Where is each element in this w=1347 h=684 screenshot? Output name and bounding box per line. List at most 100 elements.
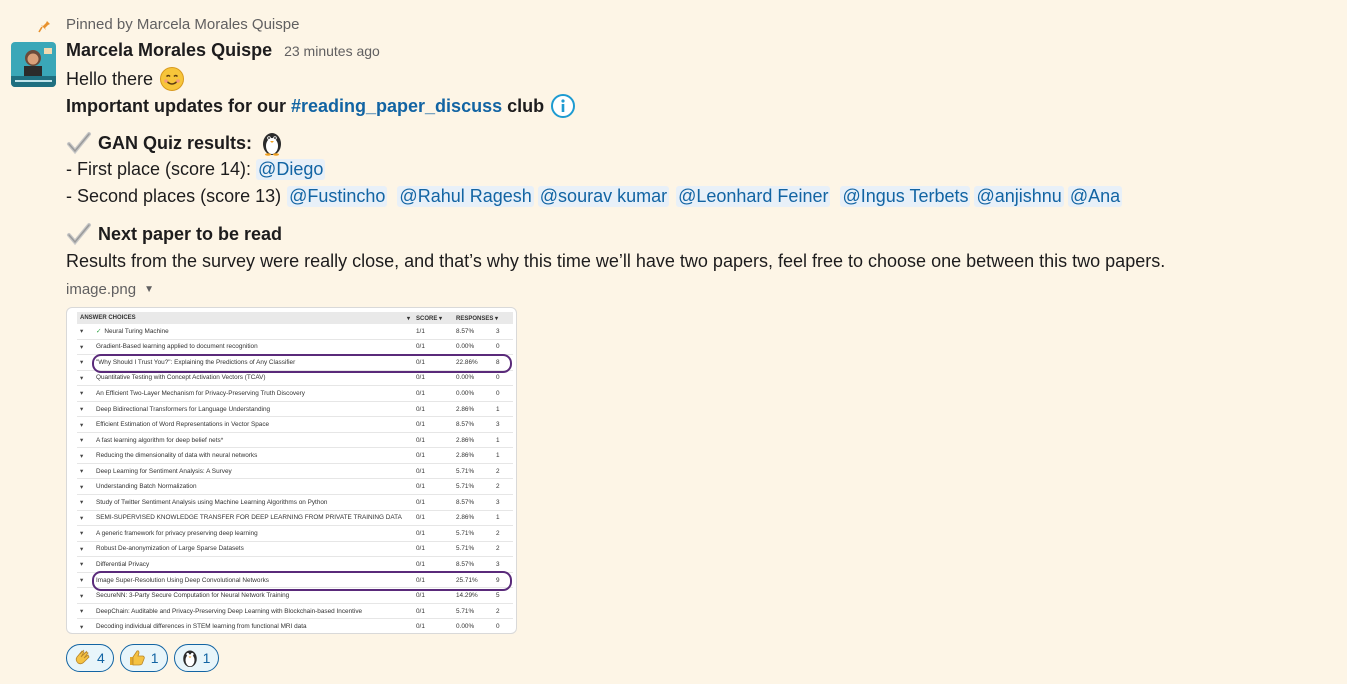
- row-expand-icon: ▾: [77, 587, 93, 604]
- responses-cell: 9: [493, 572, 513, 589]
- answer-choice: "Why Should I Trust You?": Explaining th…: [93, 354, 413, 371]
- important-line: Important updates for our #reading_paper…: [66, 93, 576, 119]
- responses-cell: 0: [493, 370, 513, 387]
- score-cell: 0/1: [413, 432, 453, 449]
- responses-cell: 3: [493, 324, 513, 340]
- reaction-clap[interactable]: 4: [66, 644, 114, 672]
- percent-cell: 2.86%: [453, 432, 493, 449]
- pin-icon: [38, 17, 50, 32]
- mention-user[interactable]: @Leonhard Feiner: [676, 186, 831, 207]
- score-cell: 0/1: [413, 385, 453, 402]
- survey-row: ▾ Deep Learning for Sentiment Analysis: A…: [77, 463, 513, 480]
- pinned-indicator: Pinned by Marcela Morales Quispe: [38, 16, 299, 33]
- percent-cell: 0.00%: [453, 385, 493, 402]
- row-expand-icon: ▾: [77, 525, 93, 542]
- survey-row: ▾ A fast learning algorithm for deep beli…: [77, 432, 513, 449]
- responses-cell: 2: [493, 541, 513, 558]
- mention-user[interactable]: @Ingus Terbets: [840, 186, 971, 207]
- responses-cell: 2: [493, 525, 513, 542]
- row-expand-icon: ▾: [77, 432, 93, 449]
- row-expand-icon: ▾: [77, 463, 93, 480]
- message-header: Marcela Morales Quispe 23 minutes ago: [66, 40, 380, 61]
- timestamp[interactable]: 23 minutes ago: [284, 43, 380, 59]
- score-cell: 0/1: [413, 354, 453, 371]
- responses-cell: 0: [493, 339, 513, 356]
- answer-choice: A generic framework for privacy preservi…: [93, 525, 413, 542]
- header-responses: RESPONSES ▾: [453, 312, 513, 324]
- mention-user[interactable]: @Fustincho: [287, 186, 388, 207]
- percent-cell: 8.57%: [453, 324, 493, 340]
- header-answer-choices: ANSWER CHOICES ▾: [77, 312, 413, 324]
- row-expand-icon: ▾: [77, 478, 93, 496]
- survey-row: ▾ Reducing the dimensionality of data wit…: [77, 447, 513, 464]
- score-cell: 0/1: [413, 401, 453, 418]
- responses-cell: 2: [493, 463, 513, 480]
- percent-cell: 25.71%: [453, 572, 493, 589]
- responses-cell: 2: [493, 603, 513, 620]
- score-cell: 0/1: [413, 494, 453, 511]
- score-cell: 1/1: [413, 324, 453, 340]
- score-cell: 0/1: [413, 447, 453, 464]
- survey-row: ▾ Study of Twitter Sentiment Analysis usi…: [77, 494, 513, 511]
- row-expand-icon: ▾: [77, 416, 93, 433]
- image-attachment[interactable]: ANSWER CHOICES ▾ SCORE ▾ RESPONSES ▾ ▾ ✓ Ne…: [66, 307, 517, 634]
- score-cell: 0/1: [413, 510, 453, 527]
- survey-text: Results from the survey were really clos…: [66, 251, 1166, 271]
- survey-row: ▾ Deep Bidirectional Transformers for Lan…: [77, 401, 513, 418]
- channel-link[interactable]: #reading_paper_discuss: [291, 96, 502, 117]
- score-cell: 0/1: [413, 463, 453, 480]
- responses-cell: 1: [493, 401, 513, 418]
- pinned-text: Pinned by Marcela Morales Quispe: [66, 16, 300, 33]
- avatar[interactable]: [11, 42, 56, 87]
- survey-row: ▾ Gradient-Based learning applied to docu…: [77, 339, 513, 356]
- score-cell: 0/1: [413, 618, 453, 633]
- row-expand-icon: ▾: [77, 572, 93, 589]
- percent-cell: 2.86%: [453, 510, 493, 527]
- mention-diego[interactable]: @Diego: [256, 159, 326, 180]
- percent-cell: 5.71%: [453, 541, 493, 558]
- row-expand-icon: ▾: [77, 401, 93, 418]
- answer-choice: Study of Twitter Sentiment Analysis usin…: [93, 494, 413, 511]
- caret-down-icon: ▼: [144, 284, 154, 295]
- survey-row: ▾ Efficient Estimation of Word Representa…: [77, 416, 513, 433]
- info-icon: [551, 94, 576, 118]
- responses-cell: 5: [493, 587, 513, 604]
- score-cell: 0/1: [413, 339, 453, 356]
- row-expand-icon: ▾: [77, 447, 93, 464]
- mention-user[interactable]: @anjishnu: [974, 186, 1064, 207]
- file-name-toggle[interactable]: image.png ▼: [66, 281, 154, 298]
- row-expand-icon: ▾: [77, 603, 93, 620]
- reaction-count: 1: [150, 650, 159, 666]
- answer-choice: Gradient-Based learning applied to docum…: [93, 339, 413, 356]
- reaction-thumbs-up[interactable]: 1: [119, 644, 168, 672]
- mention-user[interactable]: @Rahul Ragesh: [397, 186, 534, 207]
- mention-user[interactable]: @sourav kumar: [537, 186, 670, 207]
- answer-choice: An Efficient Two-Layer Mechanism for Pri…: [93, 385, 413, 402]
- responses-cell: 2: [493, 478, 513, 496]
- survey-row: ▾ Robust De-anonymization of Large Sparse…: [77, 541, 513, 558]
- mention-user[interactable]: @Ana: [1067, 186, 1123, 207]
- percent-cell: 8.57%: [453, 494, 493, 511]
- row-expand-icon: ▾: [77, 370, 93, 387]
- survey-row: ▾ Image Super-Resolution Using Deep Convo…: [77, 572, 513, 589]
- percent-cell: 5.71%: [453, 478, 493, 496]
- survey-row: ▾ ✓ Neural Turing Machine 1/1 8.57% 3: [77, 324, 513, 340]
- important-prefix: Important updates for our: [66, 95, 286, 116]
- reaction-penguin[interactable]: 1: [173, 644, 220, 672]
- author-name[interactable]: Marcela Morales Quispe: [66, 40, 272, 61]
- survey-row: ▾ SecureNN: 3-Party Secure Computation fo…: [77, 587, 513, 604]
- next-paper-title: Next paper to be read: [98, 223, 283, 244]
- responses-cell: 3: [493, 416, 513, 433]
- answer-choice: SecureNN: 3-Party Secure Computation for…: [93, 587, 413, 604]
- responses-cell: 8: [493, 354, 513, 371]
- answer-choice: Understanding Batch Normalization: [93, 478, 413, 496]
- percent-cell: 14.29%: [453, 587, 493, 604]
- pinned-message: Pinned by Marcela Morales Quispe Marcela…: [0, 0, 1347, 684]
- survey-row: ▾ A generic framework for privacy preserv…: [77, 525, 513, 542]
- percent-cell: 0.00%: [453, 339, 493, 356]
- survey-row: ▾ SEMI-SUPERVISED KNOWLEDGE TRANSFER FOR …: [77, 510, 513, 527]
- score-cell: 0/1: [413, 556, 453, 573]
- second-places-line: - Second places (score 13) @Fustincho @R…: [66, 186, 1123, 207]
- answer-choice: Robust De-anonymization of Large Sparse …: [93, 541, 413, 558]
- percent-cell: 8.57%: [453, 416, 493, 433]
